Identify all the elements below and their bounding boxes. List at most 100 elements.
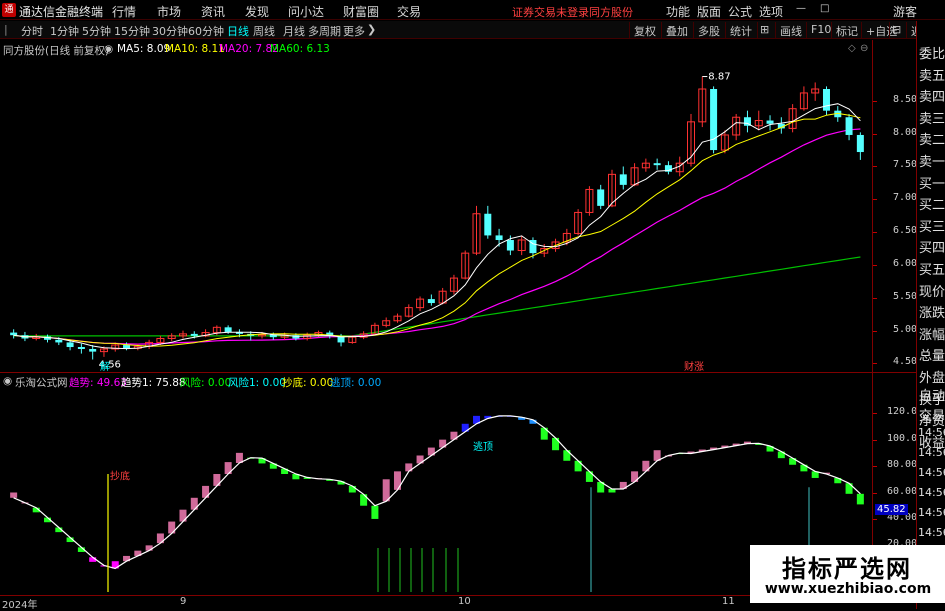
side-lower-0[interactable]: 自动 [919,385,945,404]
price-tick: 5.00 [893,323,918,335]
draw-line-button[interactable]: 画线 [775,22,806,38]
period-30min[interactable]: 30分钟 [152,23,188,39]
menu-item-jiaoyi[interactable]: 交易 [397,3,421,20]
x-label-11: 11 [722,596,735,607]
watermark-url: www.xuezhibiao.com [764,581,932,597]
side-time-2: 14:56 [918,466,945,479]
side-item-1[interactable]: 卖五 [919,65,945,84]
period-weekly[interactable]: 周线 [253,23,275,39]
app-logo-icon: 通 [2,3,16,17]
trend-label: 趋势: 49.63 [69,377,127,389]
indicator-chart[interactable]: 抄底 逃顶 [0,390,872,595]
indicator-tick-mark [873,492,877,494]
side-time-3: 14:56 [918,486,945,499]
menu-bar: 通 通达信金融终端 行情 市场 资讯 发现 问小达 财富圈 交易 证券交易未登录… [0,0,945,20]
candlestick-chart[interactable]: 8.874.56解 财涨 [0,40,872,372]
period-5min[interactable]: 5分钟 [82,23,111,39]
side-item-10[interactable]: 买五 [919,259,945,278]
period-60min[interactable]: 60分钟 [188,23,224,39]
overlay-button[interactable]: 叠加 [661,22,692,38]
side-item-14[interactable]: 总量 [919,345,945,364]
menu-item-xuanxiang[interactable]: 选项 [759,3,783,20]
grid2-icon[interactable]: ⊟ [889,22,906,38]
menu-item-wenxiaoda[interactable]: 问小达 [288,3,324,20]
candle-down [427,299,435,304]
period-daily[interactable]: 日线 [227,23,249,39]
menu-item-gongshi[interactable]: 公式 [728,3,752,20]
price-tick-mark [873,232,877,234]
menu-item-faxian[interactable]: 发现 [245,3,269,20]
price-tick-mark [873,100,877,102]
side-item-0[interactable]: 委比 [919,43,945,62]
menu-item-zixun[interactable]: 资讯 [201,3,225,20]
side-item-7[interactable]: 买二 [919,194,945,213]
login-notice[interactable]: 证券交易未登录 [512,4,589,20]
side-item-15[interactable]: 外盘 [919,367,945,386]
price-tick-mark [873,297,877,299]
price-tick-mark [873,330,877,332]
ma5-line [13,103,861,350]
candle-down [55,339,63,343]
maximize-icon[interactable]: □ [820,3,829,14]
indicator-title: 乐淘公式网 [15,377,68,389]
candle-down [597,189,605,206]
candle-down [77,347,85,349]
marker-caizhang: 财涨 [684,360,704,372]
price-axis: 8.50 8.00 7.50 7.00 6.50 6.00 5.50 5.00 4.50 [872,40,918,372]
indicator-tick: 100.0 [887,432,918,444]
candle-down [495,235,503,241]
side-item-3[interactable]: 卖三 [919,108,945,127]
period-multi[interactable]: 多周期 [308,23,341,39]
price-tick: 8.00 [893,126,918,138]
stock-name-top: 同方股份 [589,6,633,19]
period-more[interactable]: 更多 [343,23,365,39]
menu-item-shichang[interactable]: 市场 [157,3,181,20]
menu-item-hangqing[interactable]: 行情 [112,3,136,20]
period-fenshi[interactable]: 分时 [21,23,43,39]
indicator-tick-mark [873,518,877,520]
indicator-gear-icon[interactable]: ◉ [3,375,12,387]
indicator-tick-mark [873,413,877,415]
price-tick: 6.50 [893,225,918,237]
period-monthly[interactable]: 月线 [283,23,305,39]
price-tick: 6.00 [893,257,918,269]
trend-bar [371,505,379,519]
mark-button[interactable]: 标记 [831,22,862,38]
minimize-icon[interactable]: — [796,3,806,14]
period-1min[interactable]: 1分钟 [50,23,79,39]
ma60-line [13,256,861,337]
fuquan-button[interactable]: 复权 [629,22,660,38]
trend1-line [13,415,861,570]
side-item-6[interactable]: 买一 [919,173,945,192]
menu-item-gongneng[interactable]: 功能 [666,3,690,20]
side-item-11[interactable]: 现价 [919,281,945,300]
side-item-2[interactable]: 卖四 [919,86,945,105]
side-item-4[interactable]: 卖二 [919,129,945,148]
menu-item-caifuquan[interactable]: 财富圈 [343,3,379,20]
candle-down [506,240,514,251]
stats-button[interactable]: 统计 [725,22,756,38]
multi-stock-button[interactable]: 多股 [693,22,724,38]
side-item-13[interactable]: 涨幅 [919,324,945,343]
price-tick: 7.00 [893,192,918,204]
side-item-12[interactable]: 涨跌 [919,302,945,321]
candle-down [89,348,97,352]
side-item-5[interactable]: 卖一 [919,151,945,170]
guest-label[interactable]: 游客 [893,3,917,20]
more-arrow-icon[interactable]: ❯ [367,23,376,36]
period-15min[interactable]: 15分钟 [114,23,150,39]
side-lower-1[interactable]: 交易 [919,405,945,424]
grid-icon[interactable]: ⊞ [757,22,775,38]
trend-bar [348,485,356,493]
chaodi-label: 抄底: 0.00 [282,377,334,389]
side-item-8[interactable]: 买三 [919,216,945,235]
candle-down [856,134,864,153]
menu-item-banmian[interactable]: 版面 [697,3,721,20]
chaodi-marker: 抄底 [110,469,130,482]
indicator-current-value: 45.82 [875,504,908,516]
trend-bar [10,492,18,498]
side-item-9[interactable]: 买四 [919,237,945,256]
ma20-line [13,128,861,345]
price-tick: 4.50 [893,356,918,368]
panel-divider [0,372,916,373]
